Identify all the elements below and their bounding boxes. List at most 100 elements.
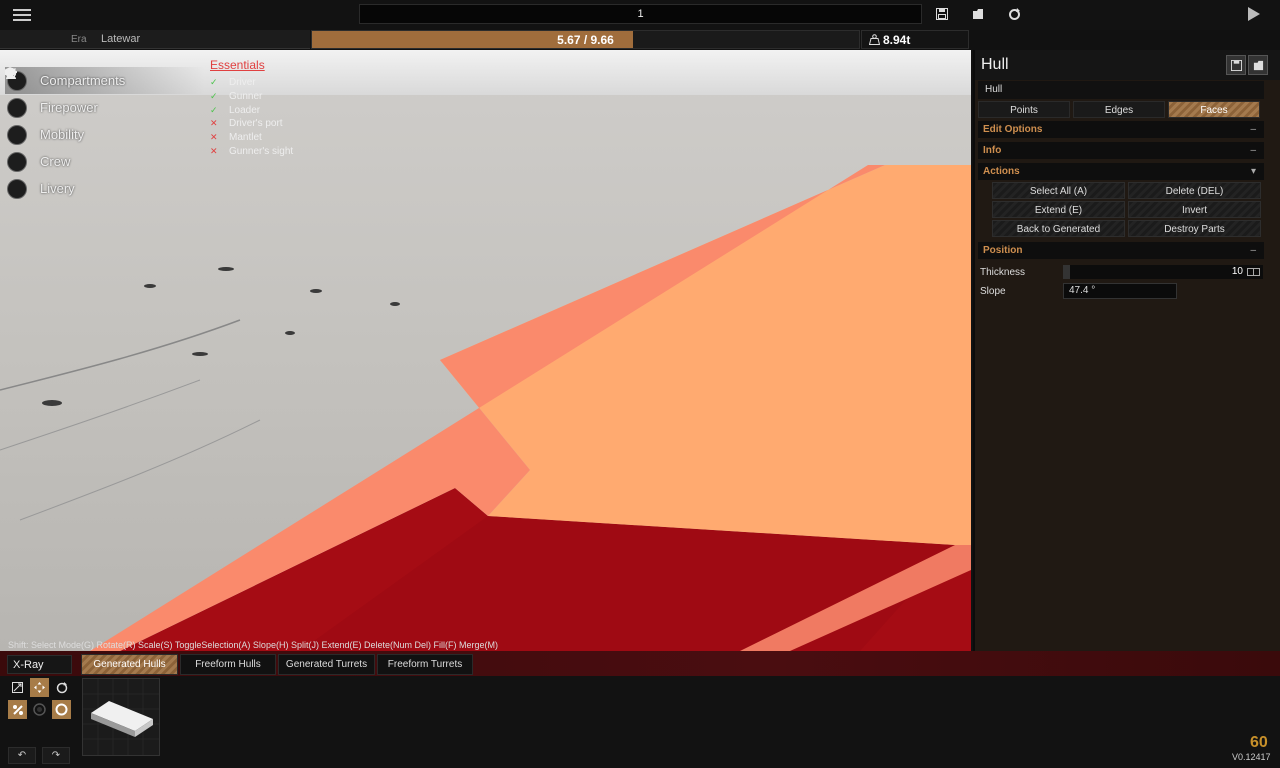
rotate-tool-icon[interactable] bbox=[52, 678, 71, 697]
save-icon[interactable] bbox=[935, 7, 949, 21]
collapse-icon: – bbox=[1250, 245, 1256, 256]
panel-save-button[interactable] bbox=[1226, 55, 1246, 75]
top-bar: 1 bbox=[0, 0, 1280, 30]
slope-input[interactable]: 47.4 ° bbox=[1063, 283, 1177, 299]
sidebar-item-label: Livery bbox=[40, 181, 75, 196]
sidebar-item-label: Mobility bbox=[40, 127, 85, 142]
cross-icon: ✕ bbox=[210, 145, 218, 156]
section-actions[interactable]: Actions ▾ bbox=[978, 163, 1264, 180]
panel-title: Hull bbox=[981, 56, 1009, 73]
mode-edges[interactable]: Edges bbox=[1073, 101, 1165, 118]
check-icon: ✓ bbox=[210, 104, 218, 115]
weight-value: 8.94t bbox=[883, 33, 911, 47]
essential-item: ✕ Gunner's sight bbox=[210, 144, 293, 158]
undo-icon: ↶ bbox=[17, 750, 27, 761]
tab-freeform-hulls[interactable]: Freeform Hulls bbox=[180, 654, 276, 675]
section-title: Actions bbox=[983, 166, 1020, 177]
fps-counter: 60 bbox=[1250, 734, 1268, 751]
panel-header: Hull bbox=[975, 50, 1280, 80]
redo-button[interactable]: ↷ bbox=[42, 747, 70, 764]
essential-label: Mantlet bbox=[229, 132, 262, 144]
tab-generated-turrets[interactable]: Generated Turrets bbox=[278, 654, 375, 675]
essential-item: ✓ Gunner bbox=[210, 90, 293, 104]
cost-text: 5.67 / 9.66 bbox=[557, 33, 614, 47]
sidebar-item-label: Compartments bbox=[40, 73, 126, 88]
mode-faces[interactable]: Faces bbox=[1168, 101, 1260, 118]
global-space-icon[interactable] bbox=[30, 700, 49, 719]
essential-item: ✓ Driver bbox=[210, 76, 293, 90]
back-to-generated-button[interactable]: Back to Generated bbox=[992, 220, 1125, 237]
scale-tool-icon[interactable] bbox=[8, 678, 27, 697]
slope-label: Slope bbox=[980, 286, 1006, 297]
panel-open-button[interactable] bbox=[1248, 55, 1268, 75]
section-title: Edit Options bbox=[983, 124, 1043, 135]
collapse-icon: – bbox=[1250, 145, 1256, 156]
essential-label: Driver's port bbox=[229, 118, 283, 130]
essential-item: ✕ Driver's port bbox=[210, 117, 293, 131]
section-info[interactable]: Info – bbox=[978, 142, 1264, 159]
refresh-icon[interactable] bbox=[1007, 7, 1021, 21]
sidebar-item-compartments[interactable]: Compartments bbox=[5, 67, 205, 94]
section-title: Position bbox=[983, 245, 1023, 256]
era-bar[interactable]: Era Latewar bbox=[0, 30, 310, 49]
collapse-icon: – bbox=[1250, 124, 1256, 135]
input-toggle-icon[interactable] bbox=[1247, 268, 1260, 276]
version-label: V0.12417 bbox=[1232, 752, 1271, 762]
section-edit-options[interactable]: Edit Options – bbox=[978, 121, 1264, 138]
essential-item: ✕ Mantlet bbox=[210, 131, 293, 145]
sidebar-item-label: Crew bbox=[40, 154, 71, 169]
wheel-icon bbox=[5, 67, 27, 145]
expand-icon: ▾ bbox=[1250, 166, 1256, 177]
thickness-slider[interactable]: 10 bbox=[1063, 265, 1263, 279]
hull-preview-image bbox=[83, 679, 159, 755]
weight-icon bbox=[868, 34, 881, 48]
brush-icon bbox=[6, 68, 27, 199]
shortcut-hints: Shift: Select Mode(G) Rotate(R) Scale(S)… bbox=[8, 640, 498, 650]
invert-button[interactable]: Invert bbox=[1128, 201, 1261, 218]
open-folder-icon[interactable] bbox=[971, 7, 985, 21]
mode-points[interactable]: Points bbox=[978, 101, 1070, 118]
redo-icon: ↷ bbox=[51, 750, 61, 761]
thickness-label: Thickness bbox=[980, 267, 1026, 278]
destroy-parts-button[interactable]: Destroy Parts bbox=[1128, 220, 1261, 237]
move-tool-icon[interactable] bbox=[30, 678, 49, 697]
essential-label: Gunner's sight bbox=[229, 145, 294, 157]
essential-label: Loader bbox=[229, 104, 261, 116]
hull-panel: Hull Hull Points Edges Faces Edit Option… bbox=[973, 50, 1280, 651]
local-space-icon[interactable] bbox=[8, 700, 27, 719]
essential-label: Driver bbox=[229, 77, 256, 89]
save-icon bbox=[1230, 59, 1242, 71]
play-icon[interactable] bbox=[1248, 7, 1260, 21]
thickness-value: 10 bbox=[1231, 266, 1243, 277]
essentials-checklist: Essentials ✓ Driver ✓ Gunner ✓ Loader ✕ Driv… bbox=[210, 58, 293, 158]
sidebar-item-crew[interactable]: Crew bbox=[5, 68, 205, 175]
check-icon: ✓ bbox=[210, 77, 218, 88]
sidebar-item-livery[interactable]: Livery bbox=[5, 68, 205, 202]
select-all-button[interactable]: Select All (A) bbox=[992, 182, 1125, 199]
xray-toggle[interactable]: X-Ray bbox=[7, 655, 72, 674]
top-input-field[interactable]: 1 bbox=[359, 4, 922, 24]
open-folder-icon bbox=[1253, 60, 1263, 70]
cross-icon: ✕ bbox=[210, 118, 218, 129]
essential-item: ✓ Loader bbox=[210, 103, 293, 117]
bottom-bar: X-Ray Generated Hulls Freeform Hulls Gen… bbox=[0, 651, 1280, 768]
tab-generated-hulls[interactable]: Generated Hulls bbox=[81, 654, 178, 675]
era-value: Latewar bbox=[101, 33, 141, 45]
3d-viewport[interactable]: Compartments Firepower Mobility Crew Liv… bbox=[0, 50, 971, 651]
section-title: Info bbox=[983, 145, 1002, 156]
app-root: 1 Era Latewar 5.67 / 9.66 8.94t Compartm… bbox=[0, 0, 1280, 768]
check-icon: ✓ bbox=[210, 91, 218, 102]
delete-button[interactable]: Delete (DEL) bbox=[1128, 182, 1261, 199]
part-name-field[interactable]: Hull bbox=[978, 81, 1264, 99]
undo-button[interactable]: ↶ bbox=[8, 747, 36, 764]
sidebar-item-mobility[interactable]: Mobility bbox=[5, 67, 205, 148]
snap-icon[interactable] bbox=[52, 700, 71, 719]
menu-icon[interactable] bbox=[13, 8, 31, 22]
slider-handle[interactable] bbox=[1063, 265, 1070, 279]
person-icon bbox=[6, 68, 27, 172]
sidebar-item-firepower[interactable]: Firepower bbox=[5, 70, 205, 121]
tab-freeform-turrets[interactable]: Freeform Turrets bbox=[377, 654, 473, 675]
section-position[interactable]: Position – bbox=[978, 242, 1264, 259]
extend-button[interactable]: Extend (E) bbox=[992, 201, 1125, 218]
hull-thumbnail[interactable] bbox=[82, 678, 160, 756]
